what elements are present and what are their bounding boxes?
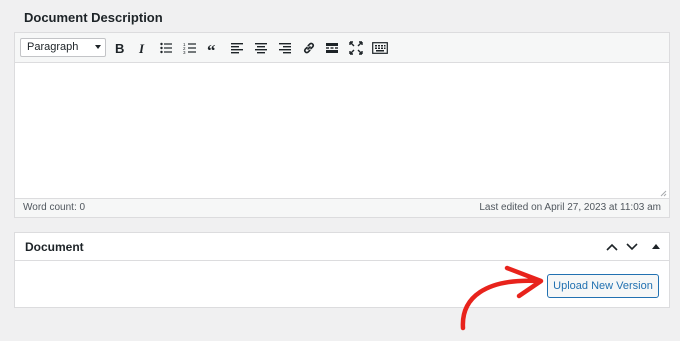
bold-button[interactable]: B xyxy=(109,38,129,58)
word-count: Word count: 0 xyxy=(23,202,86,213)
toolbar-toggle-icon xyxy=(372,42,388,54)
chevron-up-icon xyxy=(606,243,618,251)
fullscreen-icon xyxy=(349,41,363,55)
move-down-button[interactable] xyxy=(623,238,641,256)
svg-text:“: “ xyxy=(207,41,216,55)
move-up-button[interactable] xyxy=(603,238,621,256)
annotation-arrow-icon xyxy=(460,265,544,331)
svg-text:I: I xyxy=(138,41,145,55)
chevron-down-icon xyxy=(95,45,101,49)
bold-icon: B xyxy=(115,41,124,55)
toolbar-toggle-button[interactable] xyxy=(370,38,390,58)
link-button[interactable] xyxy=(299,38,319,58)
last-edited: Last edited on April 27, 2023 at 11:03 a… xyxy=(479,202,661,213)
italic-button[interactable]: I xyxy=(132,38,152,58)
read-more-icon xyxy=(326,43,338,53)
triangle-up-icon xyxy=(652,244,660,249)
blockquote-icon: “ xyxy=(207,41,216,55)
chevron-down-icon xyxy=(626,243,638,251)
align-left-icon xyxy=(231,43,243,54)
align-right-icon xyxy=(279,43,291,54)
numbered-list-button[interactable]: 1 2 3 xyxy=(180,38,200,58)
editor-content-area[interactable] xyxy=(15,63,669,199)
align-center-icon xyxy=(255,43,267,54)
editor-status-bar: Word count: 0 Last edited on April 27, 2… xyxy=(15,198,669,217)
bulleted-list-icon xyxy=(160,42,172,54)
numbered-list-icon: 1 2 3 xyxy=(183,42,196,55)
toggle-panel-button[interactable] xyxy=(647,238,665,256)
link-icon xyxy=(304,42,314,54)
align-right-button[interactable] xyxy=(275,38,295,58)
svg-text:B: B xyxy=(115,41,124,55)
document-box: Document Upload New Version xyxy=(14,232,670,308)
editor-toolbar: Paragraph B I 1 2 3 “ xyxy=(15,33,669,63)
fullscreen-button[interactable] xyxy=(346,38,366,58)
format-select-value: Paragraph xyxy=(27,41,79,53)
align-center-button[interactable] xyxy=(251,38,271,58)
blockquote-button[interactable]: “ xyxy=(203,38,223,58)
bulleted-list-button[interactable] xyxy=(156,38,176,58)
editor: Paragraph B I 1 2 3 “ Word count: 0 Last… xyxy=(14,32,670,218)
document-box-title: Document xyxy=(25,240,84,254)
format-select[interactable]: Paragraph xyxy=(20,38,106,57)
document-box-header: Document xyxy=(15,233,669,261)
resize-handle-icon[interactable] xyxy=(659,189,667,197)
align-left-button[interactable] xyxy=(227,38,247,58)
description-title: Document Description xyxy=(24,10,163,25)
italic-icon: I xyxy=(138,41,145,55)
svg-text:3: 3 xyxy=(183,50,186,55)
upload-new-version-button[interactable]: Upload New Version xyxy=(547,274,659,298)
read-more-button[interactable] xyxy=(322,38,342,58)
